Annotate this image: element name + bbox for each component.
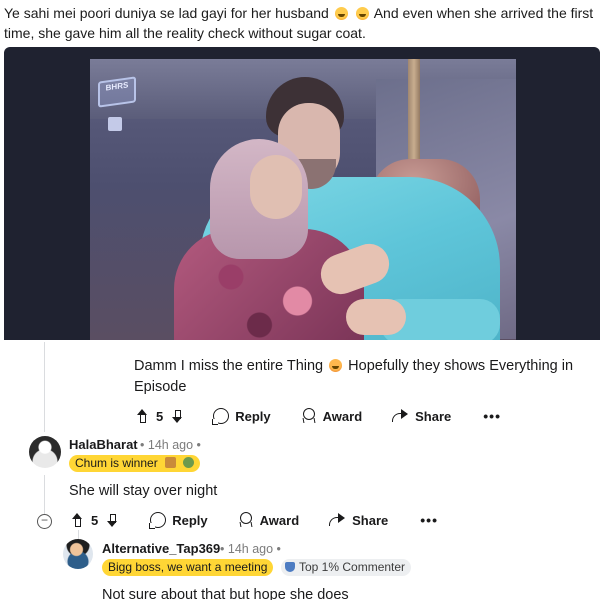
comment-meta: • 14h ago •: [220, 542, 281, 556]
comment-author[interactable]: HalaBharat: [69, 437, 138, 452]
reply-button[interactable]: Reply: [212, 408, 271, 425]
vote-count: 5: [91, 512, 99, 528]
share-arrow-icon: [329, 512, 346, 528]
award-icon: [238, 512, 254, 528]
thread-line[interactable]: [44, 342, 45, 432]
comment-timestamp: 14h ago: [147, 438, 194, 452]
more-options-button[interactable]: •••: [420, 512, 438, 528]
share-arrow-icon: [392, 408, 409, 424]
badge-shield-icon: [285, 562, 295, 572]
award-button[interactable]: Award: [238, 512, 299, 528]
comment-bubble-icon: [149, 512, 167, 529]
channel-logo: BHRS: [98, 76, 136, 108]
caption-text: Ye sahi mei poori duniya se lad gayi for…: [4, 5, 329, 21]
reply-button[interactable]: Reply: [149, 512, 208, 529]
downvote-arrow-icon[interactable]: [104, 512, 120, 528]
post-video[interactable]: BHRS: [4, 47, 600, 340]
comment-body: Damm I miss the entire Thing Hopefully t…: [134, 358, 574, 395]
collapse-thread-button[interactable]: −: [37, 514, 52, 529]
crying-face-emoji-icon: [334, 7, 348, 20]
sad-face-emoji-icon: [329, 359, 343, 372]
comment-body: Not sure about that but hope she does: [102, 587, 349, 600]
award-button[interactable]: Award: [301, 408, 362, 424]
user-flair: Chum is winner: [69, 455, 201, 472]
share-button[interactable]: Share: [392, 408, 451, 424]
comment-meta: • 14h ago •: [140, 438, 201, 452]
comment-body: She will stay over night: [69, 483, 218, 499]
award-icon: [301, 408, 317, 424]
upvote-arrow-icon[interactable]: [69, 512, 85, 528]
comment-timestamp: 14h ago: [227, 542, 274, 556]
user-flair: Bigg boss, we want a meeting: [102, 559, 274, 576]
vote-group: 5: [69, 512, 120, 528]
flair-ribbon-icon: [183, 457, 195, 468]
vote-group: 5: [134, 408, 185, 424]
post-caption: Ye sahi mei poori duniya se lad gayi for…: [4, 3, 596, 43]
comment-actions: 5 Reply Award Share •••: [69, 512, 438, 529]
video-frame: BHRS: [90, 59, 516, 340]
share-button[interactable]: Share: [329, 512, 388, 528]
crying-face-emoji-icon: [355, 7, 369, 20]
comment-author[interactable]: Alternative_Tap369: [102, 541, 220, 556]
upvote-arrow-icon[interactable]: [134, 408, 150, 424]
comment-bubble-icon: [212, 408, 230, 425]
vote-count: 5: [156, 408, 164, 424]
more-options-button[interactable]: •••: [483, 408, 501, 424]
comment-actions: 5 Reply Award Share •••: [134, 408, 501, 425]
avatar[interactable]: [29, 436, 61, 468]
thread-line[interactable]: [44, 475, 45, 515]
downvote-arrow-icon[interactable]: [169, 408, 185, 424]
top-commenter-badge: Top 1% Commenter: [281, 559, 412, 576]
avatar[interactable]: [63, 539, 93, 569]
channel-logo-badge-icon: [108, 117, 122, 131]
flair-trophy-icon: [165, 457, 177, 468]
